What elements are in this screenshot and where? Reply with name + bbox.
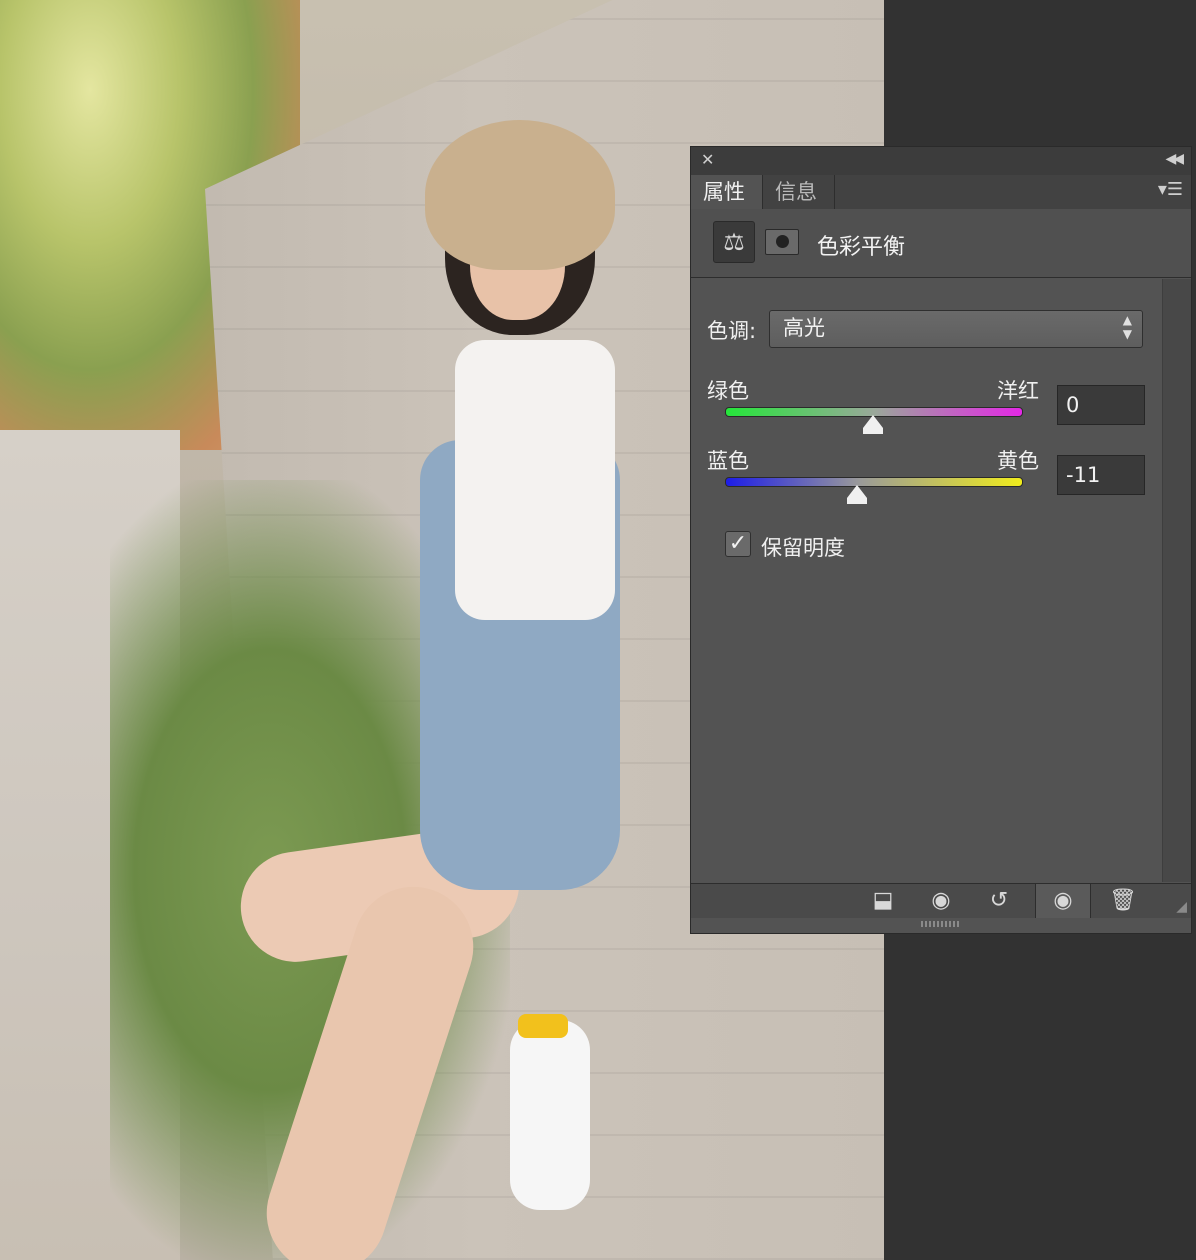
slider-green-label: 绿色 xyxy=(707,379,749,403)
adjustment-title: 色彩平衡 xyxy=(817,235,906,260)
layer-mask-icon[interactable] xyxy=(765,229,799,255)
panel-menu-icon[interactable]: ▾☰ xyxy=(1158,179,1183,200)
blue-yellow-slider-thumb[interactable] xyxy=(846,485,867,504)
double-chevron-icon[interactable]: ◀◀ xyxy=(1165,151,1183,167)
checkmark-icon: ✓ xyxy=(728,531,748,556)
girl-figure xyxy=(233,120,620,1260)
adjustment-controls: 色调: 高光 ▲ ▼ 绿色 洋红 0 蓝色 黄色 -11 ✓ 保留明度 xyxy=(691,279,1161,879)
green-magenta-value-input[interactable]: 0 xyxy=(1057,385,1145,425)
properties-panel: ✕ ◀◀ 属性 信息 ▾☰ ⚖ 色彩平衡 色调: 高光 ▲ ▼ 绿色 洋红 0 蓝… xyxy=(690,146,1192,934)
preserve-luminosity-label: 保留明度 xyxy=(761,536,845,560)
tone-select[interactable]: 高光 ▲ ▼ xyxy=(769,310,1143,348)
panel-titlebar[interactable]: ✕ ◀◀ xyxy=(691,147,1191,175)
blue-yellow-slider-track[interactable] xyxy=(725,477,1023,487)
white-shirt xyxy=(455,340,615,620)
panel-tabbar: 属性 信息 ▾☰ xyxy=(691,175,1191,210)
panel-scrollbar[interactable] xyxy=(1162,279,1191,882)
sneaker xyxy=(510,1014,590,1210)
clip-to-layer-icon[interactable]: ⬓ xyxy=(861,884,905,918)
green-magenta-slider-thumb[interactable] xyxy=(863,415,883,434)
resize-handle-icon[interactable]: ◢ xyxy=(1176,899,1187,915)
panel-grip[interactable] xyxy=(921,921,961,927)
tone-select-value: 高光 xyxy=(783,316,825,340)
tab-properties[interactable]: 属性 xyxy=(691,175,763,209)
tab-info[interactable]: 信息 xyxy=(763,175,835,209)
select-arrows-icon: ▲ ▼ xyxy=(1122,313,1132,341)
visibility-eye-icon[interactable]: ◉ xyxy=(1035,884,1091,918)
slider-magenta-label: 洋红 xyxy=(997,379,1039,403)
slider-blue-label: 蓝色 xyxy=(707,449,749,473)
straw-hat xyxy=(425,120,615,270)
blue-yellow-value-input[interactable]: -11 xyxy=(1057,455,1145,495)
trash-icon[interactable]: 🗑 xyxy=(1103,884,1143,918)
balance-scale-icon[interactable]: ⚖ xyxy=(713,221,755,263)
reset-icon[interactable]: ↺ xyxy=(979,884,1019,918)
adjustment-header: ⚖ 色彩平衡 xyxy=(691,209,1191,278)
preserve-luminosity-checkbox[interactable]: ✓ xyxy=(725,531,751,557)
tone-label: 色调: xyxy=(707,319,757,343)
panel-footer: ⬓ ◉ ↺ ◉ 🗑 xyxy=(691,883,1191,918)
close-icon[interactable]: ✕ xyxy=(701,150,714,169)
view-previous-state-icon[interactable]: ◉ xyxy=(919,884,963,918)
slider-yellow-label: 黄色 xyxy=(997,449,1039,473)
